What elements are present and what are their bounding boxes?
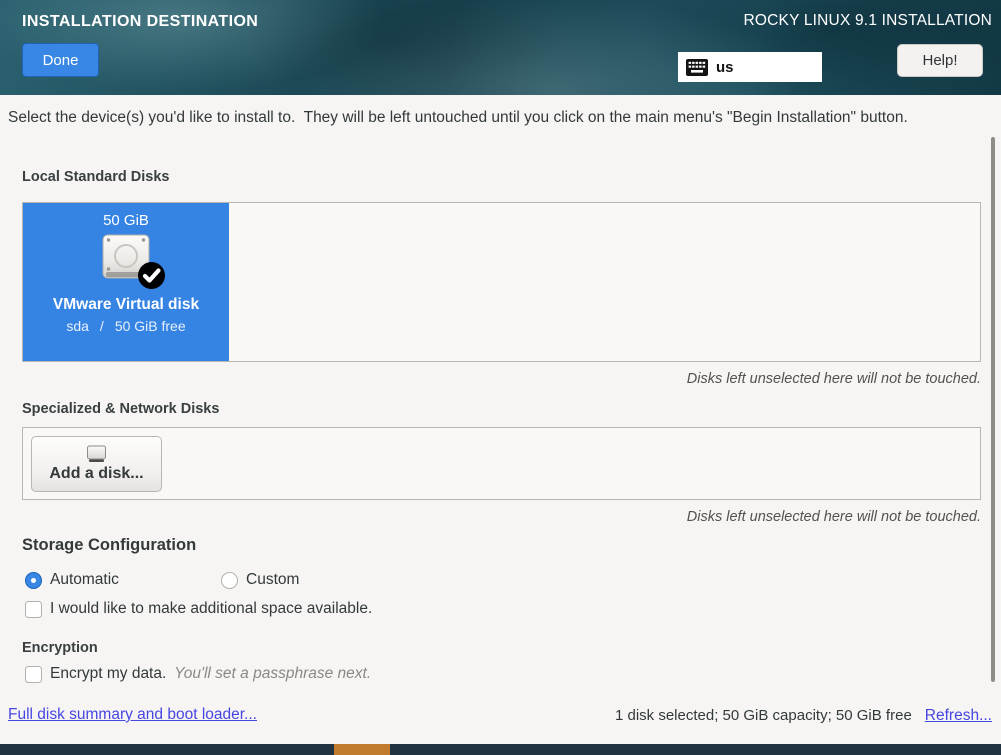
radio-custom-icon[interactable] (221, 572, 238, 589)
disk-tile-sda[interactable]: 50 GiB (23, 203, 229, 361)
disk-info: sda / 50 GiB free (23, 318, 229, 334)
vertical-scrollbar[interactable] (991, 137, 995, 682)
encrypt-label: Encrypt my data. (50, 665, 166, 683)
keyboard-layout-label: us (716, 59, 734, 76)
checkbox-encrypt[interactable]: Encrypt my data. You'll set a passphrase… (25, 665, 371, 683)
add-disk-button[interactable]: Add a disk... (31, 436, 162, 492)
checkbox-additional-space-icon[interactable] (25, 601, 42, 618)
header-banner: INSTALLATION DESTINATION Done ROCKY LINU… (0, 0, 1001, 95)
storage-configuration-heading: Storage Configuration (22, 536, 196, 555)
local-disks-heading: Local Standard Disks (22, 169, 169, 185)
encrypt-hint: You'll set a passphrase next. (174, 665, 371, 683)
product-title: ROCKY LINUX 9.1 INSTALLATION (743, 12, 992, 30)
add-disk-label: Add a disk... (49, 465, 143, 483)
radio-automatic-label: Automatic (50, 571, 119, 589)
instructions-text: Select the device(s) you'd like to insta… (8, 107, 960, 128)
selected-check-icon (138, 262, 165, 294)
encryption-heading: Encryption (22, 640, 98, 656)
additional-space-label: I would like to make additional space av… (50, 600, 372, 618)
selection-status: 1 disk selected; 50 GiB capacity; 50 GiB… (615, 707, 912, 724)
disk-separator: / (100, 318, 104, 334)
disk-free: 50 GiB free (115, 318, 186, 334)
disk-name: VMware Virtual disk (23, 296, 229, 314)
add-disk-icon (86, 445, 107, 463)
specialized-disks-heading: Specialized & Network Disks (22, 401, 219, 417)
radio-custom-label: Custom (246, 571, 299, 589)
specialized-disks-panel: Add a disk... (22, 427, 981, 500)
disk-size: 50 GiB (23, 212, 229, 229)
page-title: INSTALLATION DESTINATION (22, 13, 258, 31)
bottom-bar-accent (334, 744, 390, 755)
local-disks-note: Disks left unselected here will not be t… (687, 371, 981, 387)
checkbox-additional-space[interactable]: I would like to make additional space av… (25, 600, 372, 618)
help-button[interactable]: Help! (897, 44, 983, 77)
keyboard-icon (686, 59, 708, 76)
full-disk-summary-link[interactable]: Full disk summary and boot loader... (8, 706, 257, 724)
radio-automatic[interactable]: Automatic (25, 571, 119, 589)
bottom-bar (0, 744, 1001, 755)
specialized-disks-note: Disks left unselected here will not be t… (687, 509, 981, 525)
radio-custom[interactable]: Custom (221, 571, 299, 589)
keyboard-layout-indicator[interactable]: us (678, 52, 822, 82)
disk-device: sda (66, 318, 89, 334)
radio-automatic-icon[interactable] (25, 572, 42, 589)
refresh-link[interactable]: Refresh... (925, 707, 992, 725)
checkbox-encrypt-icon[interactable] (25, 666, 42, 683)
done-button[interactable]: Done (22, 43, 99, 77)
local-disks-panel: 50 GiB (22, 202, 981, 362)
